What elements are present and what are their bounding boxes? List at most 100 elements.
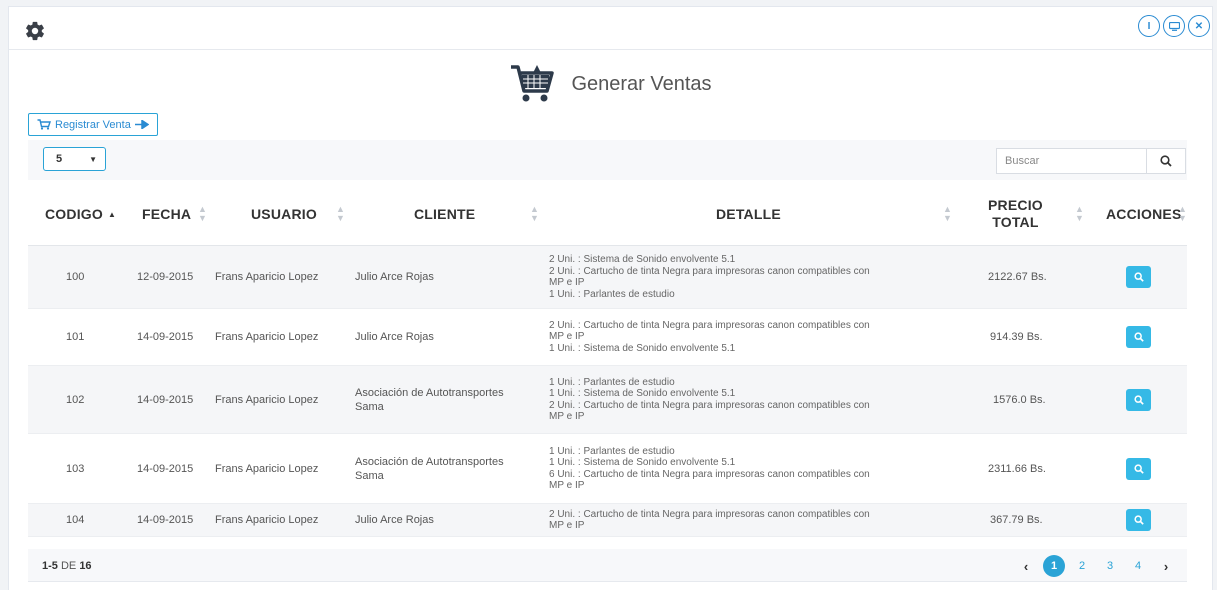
table-row[interactable]: 103 14-09-2015 Frans Aparicio Lopez Asoc… — [28, 434, 1187, 504]
cell-precio: 2311.66 Bs. — [988, 462, 1046, 475]
cell-usuario: Frans Aparicio Lopez — [215, 514, 319, 526]
cell-detalle: 1 Uni. : Parlantes de estudio 1 Uni. : S… — [549, 366, 870, 433]
detail-line: 1 Uni. : Parlantes de estudio — [549, 288, 675, 300]
view-button[interactable] — [1126, 509, 1151, 531]
col-fecha[interactable]: FECHA — [142, 183, 191, 245]
table-row[interactable]: 104 14-09-2015 Frans Aparicio Lopez Juli… — [28, 504, 1187, 537]
cell-precio: 2122.67 Bs. — [988, 271, 1047, 283]
cell-usuario: Frans Aparicio Lopez — [215, 331, 319, 343]
cell-cliente: Asociación de Autotransportes Sama — [355, 434, 504, 503]
cell-acciones — [1126, 366, 1151, 433]
view-button[interactable] — [1126, 326, 1151, 348]
detail-line: 2 Uni. : Cartucho de tinta Negra para im… — [549, 265, 870, 277]
search-icon — [1133, 332, 1144, 342]
page-button[interactable]: 4 — [1127, 555, 1149, 577]
detail-line: 2 Uni. : Cartucho de tinta Negra para im… — [549, 508, 870, 520]
view-button[interactable] — [1126, 266, 1151, 288]
cell-fecha: 12-09-2015 — [137, 271, 194, 283]
table-footer: 1-5 DE 16 ‹ 1 2 3 4 › — [28, 549, 1187, 582]
register-sale-button[interactable]: Registrar Venta — [28, 113, 158, 136]
gear-icon[interactable] — [24, 20, 46, 42]
col-precio-label-1: PRECIO — [988, 197, 1043, 213]
close-icon[interactable]: ✕ — [1188, 15, 1210, 37]
col-precio-label-2: TOTAL — [992, 214, 1039, 230]
view-button[interactable] — [1126, 457, 1151, 480]
col-cliente[interactable]: CLIENTE — [414, 183, 475, 245]
table-row[interactable]: 102 14-09-2015 Frans Aparicio Lopez Asoc… — [28, 366, 1187, 434]
detail-line: 6 Uni. : Cartucho de tinta Negra para im… — [549, 468, 870, 480]
cell-cliente: Julio Arce Rojas — [355, 271, 434, 283]
sort-icon: ▲ ▼ — [943, 204, 952, 223]
cell-cliente: Julio Arce Rojas — [355, 514, 434, 526]
cell-precio: 914.39 Bs. — [990, 331, 1043, 343]
search-icon — [1160, 155, 1172, 167]
cell-acciones — [1126, 246, 1151, 308]
col-acciones[interactable]: ACCIONES — [1106, 183, 1182, 245]
cell-usuario: Frans Aparicio Lopez — [215, 271, 319, 283]
cell-detalle: 2 Uni. : Sistema de Sonido envolvente 5.… — [549, 246, 870, 308]
search-input[interactable] — [996, 148, 1146, 174]
cell-detalle: 1 Uni. : Parlantes de estudio 1 Uni. : S… — [549, 434, 870, 503]
record-of-label: DE — [60, 560, 77, 572]
register-sale-label: Registrar Venta — [55, 118, 131, 131]
view-button[interactable] — [1126, 388, 1151, 411]
detail-line: 1 Uni. : Parlantes de estudio — [549, 445, 675, 457]
cell-cliente: Julio Arce Rojas — [355, 331, 434, 343]
sort-asc-icon: ▲ — [107, 209, 117, 219]
page-button[interactable]: 2 — [1071, 555, 1093, 577]
detail-line: MP e IP — [549, 277, 585, 288]
col-detalle[interactable]: DETALLE — [716, 183, 781, 245]
record-count: 1-5 DE 16 — [42, 560, 92, 572]
cart-icon — [37, 119, 51, 130]
detail-line: 2 Uni. : Sistema de Sonido envolvente 5.… — [549, 254, 736, 265]
prev-page-button[interactable]: ‹ — [1015, 555, 1037, 577]
cell-codigo: 104 — [66, 514, 85, 526]
table-body: 100 12-09-2015 Frans Aparicio Lopez Juli… — [28, 246, 1187, 537]
col-detalle-label: DETALLE — [716, 206, 781, 222]
sales-panel: I ✕ Generar Ventas Registrar Venta 5 ▼ B… — [8, 6, 1213, 590]
cell-acciones — [1126, 504, 1151, 536]
cell-acciones — [1126, 434, 1151, 503]
pagination: ‹ 1 2 3 4 › — [1015, 555, 1177, 577]
record-range: 1-5 — [42, 560, 58, 572]
detail-line: 2 Uni. : Cartucho de tinta Negra para im… — [549, 399, 870, 411]
cell-fecha: 14-09-2015 — [137, 331, 194, 343]
table-row[interactable]: 100 12-09-2015 Frans Aparicio Lopez Juli… — [28, 246, 1187, 309]
table-header: CODIGO ▲ FECHA ▲ ▼ USUARIO ▲ ▼ CLIENTE ▲ ▼ … — [28, 183, 1187, 246]
sort-icon: ▲ ▼ — [198, 204, 207, 223]
search-button[interactable] — [1146, 148, 1186, 174]
table-row[interactable]: 101 14-09-2015 Frans Aparicio Lopez Juli… — [28, 309, 1187, 366]
cliente-line: Asociación de Autotransportes — [355, 386, 504, 399]
col-precio-total[interactable]: PRECIO TOTAL — [988, 183, 1043, 245]
page-size-select[interactable]: 5 ▼ — [43, 147, 106, 171]
col-usuario-label: USUARIO — [251, 206, 317, 222]
detail-line: MP e IP — [549, 411, 585, 422]
page-button[interactable]: 3 — [1099, 555, 1121, 577]
window-controls: I ✕ — [1138, 15, 1210, 37]
cell-cliente: Asociación de Autotransportes Sama — [355, 366, 504, 433]
search-icon — [1133, 394, 1144, 405]
cell-detalle: 2 Uni. : Cartucho de tinta Negra para im… — [549, 504, 870, 536]
page-size-value: 5 — [56, 153, 63, 165]
cell-codigo: 101 — [66, 331, 85, 343]
table-toolbar: 5 ▼ — [28, 140, 1187, 180]
cell-fecha: 14-09-2015 — [137, 514, 194, 526]
shopping-cart-icon — [511, 65, 555, 102]
col-codigo[interactable]: CODIGO ▲ — [45, 183, 116, 245]
col-codigo-label: CODIGO — [45, 206, 103, 222]
cell-codigo: 102 — [66, 393, 85, 406]
info-icon[interactable]: I — [1138, 15, 1160, 37]
cliente-line: Asociación de Autotransportes — [355, 455, 504, 468]
cell-usuario: Frans Aparicio Lopez — [215, 462, 319, 475]
next-page-button[interactable]: › — [1155, 555, 1177, 577]
arrow-right-icon — [134, 120, 149, 129]
page-button[interactable]: 1 — [1043, 555, 1065, 577]
cell-precio: 367.79 Bs. — [990, 514, 1043, 526]
search-box — [996, 148, 1187, 174]
panel-header: I ✕ — [9, 7, 1212, 50]
monitor-icon[interactable] — [1163, 15, 1185, 37]
cell-precio: 1576.0 Bs. — [993, 393, 1046, 406]
detail-line: 1 Uni. : Sistema de Sonido envolvente 5.… — [549, 342, 736, 354]
col-usuario[interactable]: USUARIO — [251, 183, 317, 245]
cell-usuario: Frans Aparicio Lopez — [215, 393, 319, 406]
